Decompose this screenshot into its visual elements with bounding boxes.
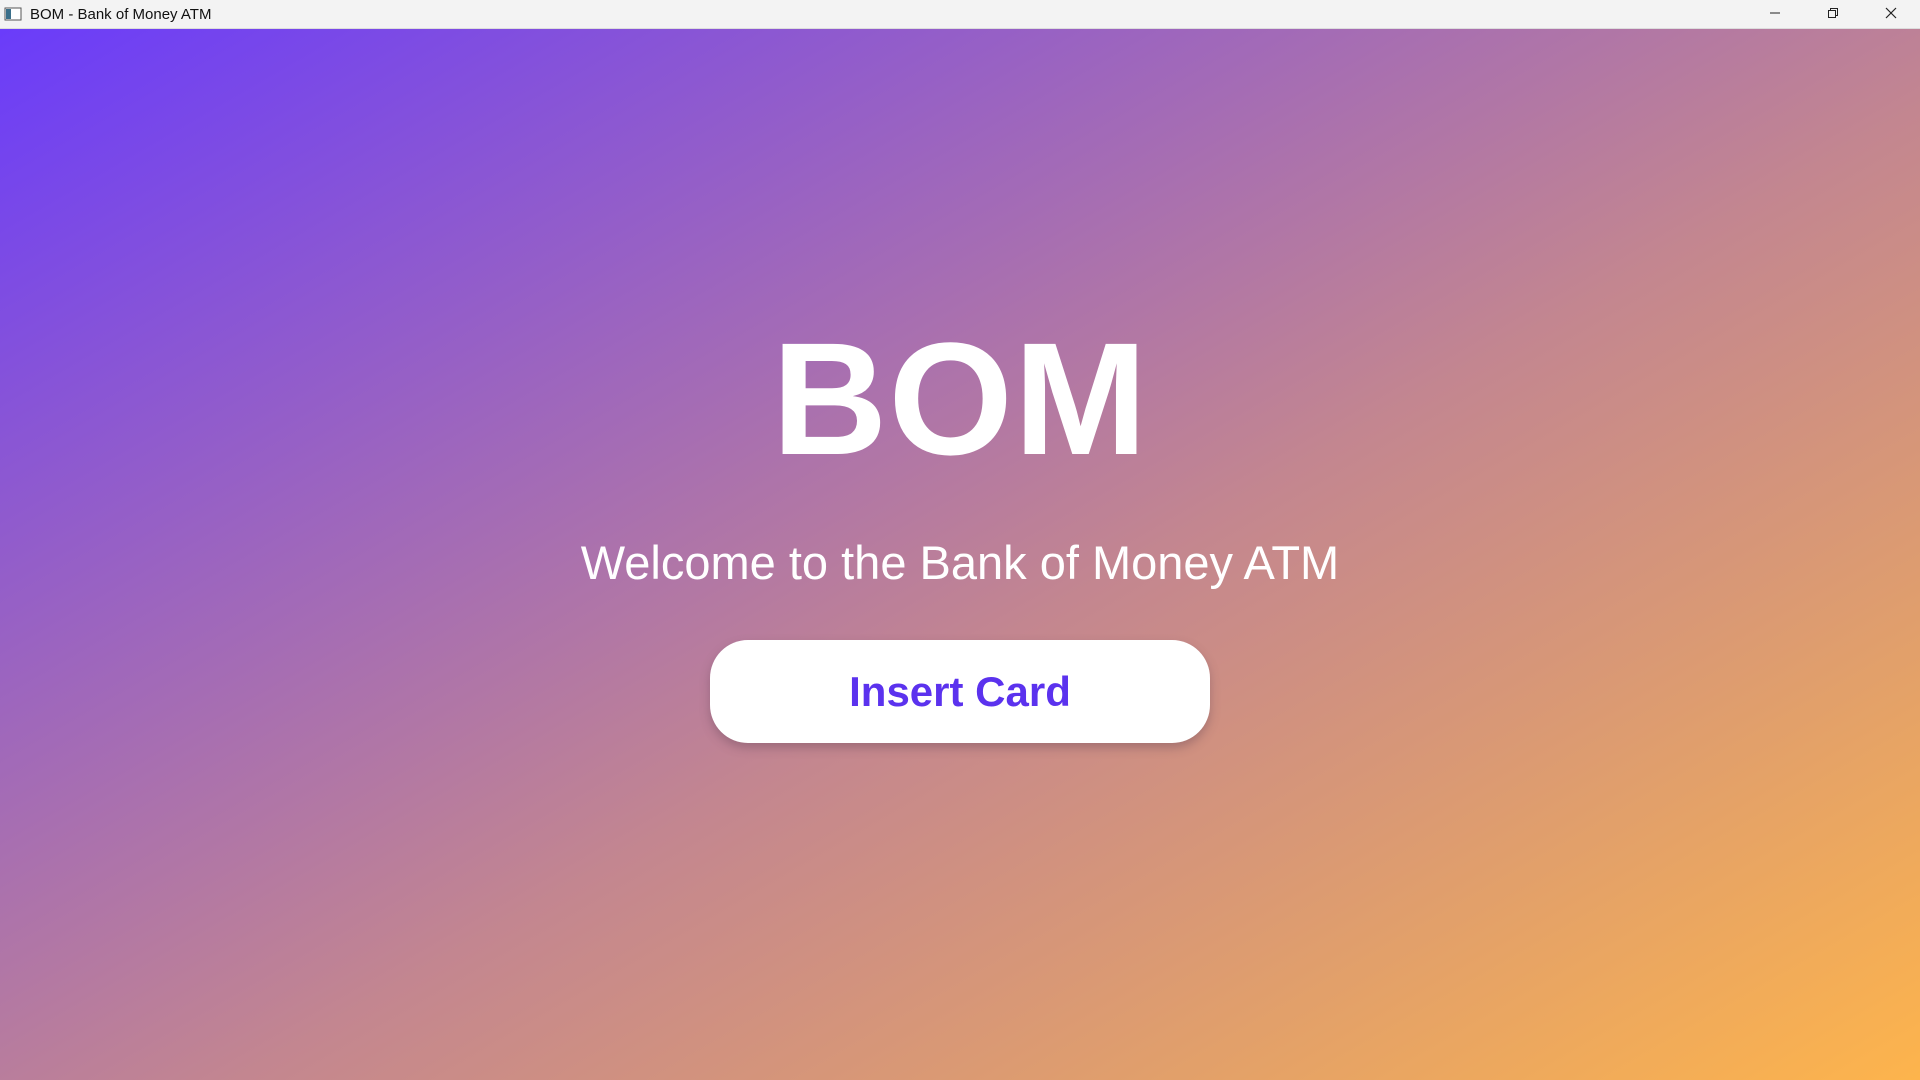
window-controls [1746, 0, 1920, 29]
app-icon [3, 6, 23, 22]
close-button[interactable] [1862, 0, 1920, 29]
minimize-icon [1769, 6, 1781, 24]
insert-card-button[interactable]: Insert Card [710, 640, 1210, 743]
welcome-message: Welcome to the Bank of Money ATM [580, 536, 1340, 589]
title-bar[interactable]: BOM - Bank of Money ATM [0, 0, 1920, 29]
minimize-button[interactable] [1746, 0, 1804, 29]
restore-icon [1827, 6, 1839, 24]
close-icon [1885, 6, 1897, 24]
window-title: BOM - Bank of Money ATM [30, 5, 212, 23]
atm-window: BOM - Bank of Money ATM BOM Welcome to t… [0, 0, 1920, 1080]
bank-logo-text: BOM [771, 309, 1149, 488]
restore-button[interactable] [1804, 0, 1862, 29]
atm-welcome-screen: BOM Welcome to the Bank of Money ATM Ins… [0, 29, 1920, 1080]
